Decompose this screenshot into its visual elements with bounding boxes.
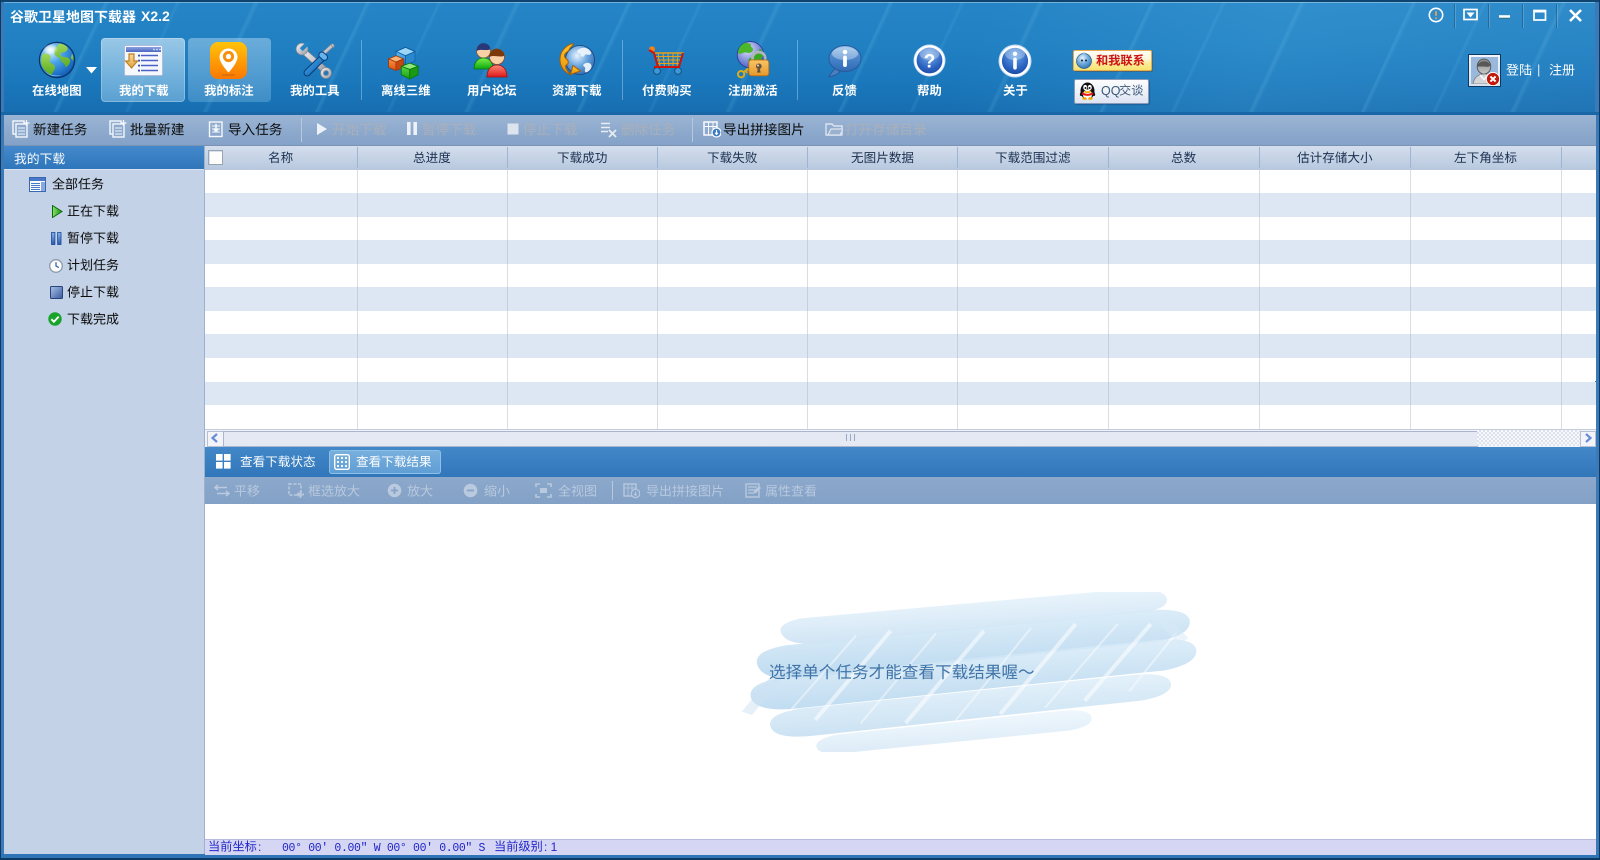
- svg-text:?: ?: [924, 52, 936, 73]
